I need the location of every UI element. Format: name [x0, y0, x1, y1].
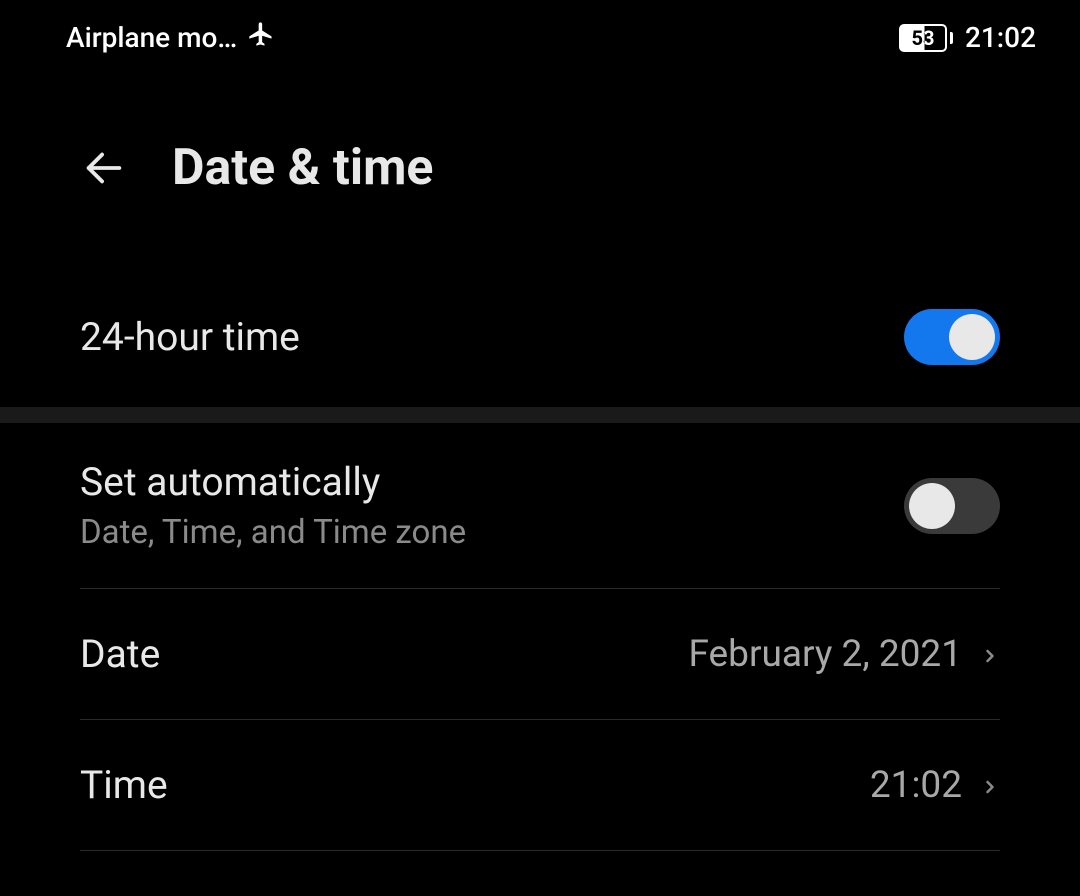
- row-date[interactable]: Date February 2, 2021: [0, 589, 1080, 719]
- back-button[interactable]: [80, 144, 128, 192]
- status-clock: 21:02: [965, 21, 1036, 54]
- setting-label: 24-hour time: [80, 314, 300, 360]
- status-bar: Airplane mo… 53 21:02: [0, 0, 1080, 75]
- battery-icon: 53: [899, 24, 953, 52]
- setting-label: Date: [80, 631, 160, 677]
- page-title: Date & time: [172, 139, 433, 197]
- time-value: 21:02: [870, 764, 962, 807]
- toggle-set-automatically[interactable]: [904, 478, 1000, 534]
- toggle-24-hour-time[interactable]: [904, 309, 1000, 365]
- status-left: Airplane mo…: [66, 20, 275, 55]
- status-right: 53 21:02: [899, 21, 1036, 54]
- row-24-hour-time[interactable]: 24-hour time: [0, 267, 1080, 407]
- setting-label: Time: [80, 762, 168, 808]
- airplane-mode-label: Airplane mo…: [66, 21, 237, 54]
- header: Date & time: [0, 75, 1080, 267]
- divider: [80, 850, 1000, 851]
- row-set-automatically[interactable]: Set automatically Date, Time, and Time z…: [0, 423, 1080, 588]
- battery-percent: 53: [901, 26, 945, 50]
- chevron-right-icon: [980, 764, 1000, 807]
- date-value: February 2, 2021: [688, 633, 962, 676]
- section-divider: [0, 407, 1080, 423]
- airplane-icon: [247, 20, 275, 55]
- setting-sublabel: Date, Time, and Time zone: [80, 513, 466, 552]
- chevron-right-icon: [980, 633, 1000, 676]
- row-time[interactable]: Time 21:02: [0, 720, 1080, 850]
- setting-label: Set automatically: [80, 459, 466, 505]
